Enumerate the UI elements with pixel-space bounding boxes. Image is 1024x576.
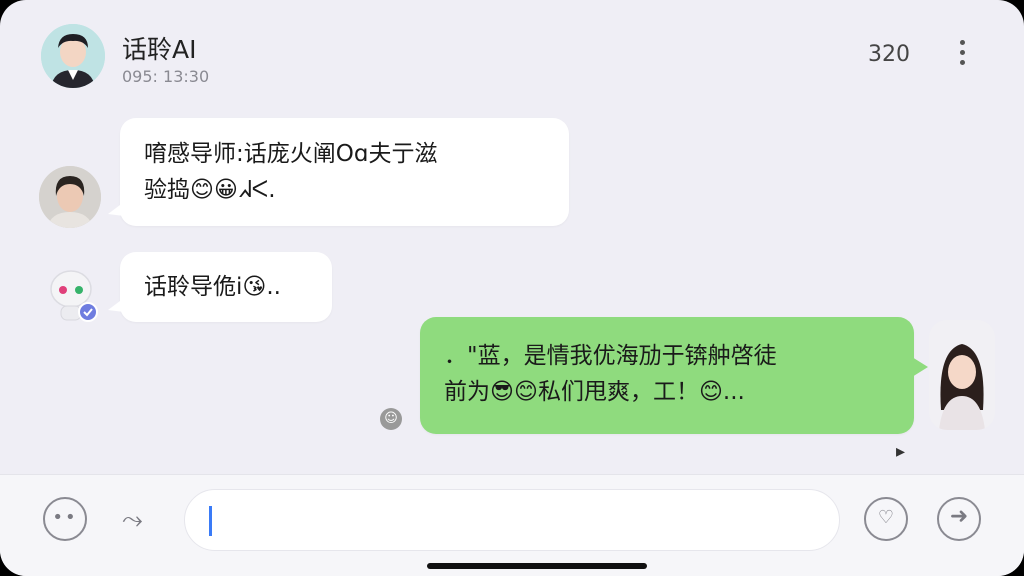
message-text-line: 唷感导师:话庞火阐Oɑ夫亍滋 xyxy=(144,141,438,167)
text-caret xyxy=(209,506,212,536)
chat-title: 话聆AI xyxy=(122,35,197,64)
robot-avatar[interactable] xyxy=(40,262,102,324)
woman-avatar[interactable] xyxy=(39,166,101,228)
input-bar: •• ⤳ ♡ ➜ xyxy=(0,474,1024,576)
more-vertical-icon[interactable] xyxy=(952,36,972,72)
girl-avatar[interactable] xyxy=(929,320,995,430)
home-indicator[interactable] xyxy=(427,563,647,569)
shield-heart-icon[interactable]: ♡ xyxy=(864,497,908,541)
ai-avatar[interactable] xyxy=(41,24,105,88)
message-text-line: 话聆导佹i😘.. xyxy=(144,274,281,300)
message-text-line: ．"蓝，是情我优海劢于锛舯啓徒 xyxy=(444,343,777,369)
message-input[interactable] xyxy=(184,489,840,551)
message-text-line: 前为😎😊私们甩爽，⼯！😊... xyxy=(444,379,745,405)
read-status-icon: ▸ xyxy=(896,441,906,462)
message-bubble-outgoing[interactable]: ．"蓝，是情我优海劢于锛舯啓徒 前为😎😊私们甩爽，⼯！😊... xyxy=(420,317,928,434)
message-bubble-incoming[interactable]: 唷感导师:话庞火阐Oɑ夫亍滋 验捣😊😀ᖽᐸ. xyxy=(108,118,569,226)
message-text-line: 验捣😊😀ᖽᐸ. xyxy=(144,177,276,203)
reaction-icon[interactable]: ☺ xyxy=(380,408,402,430)
message-count: 320 xyxy=(868,42,910,67)
send-arrow-icon[interactable]: ➜ xyxy=(937,497,981,541)
smile-icon[interactable]: •• xyxy=(43,497,87,541)
chat-subtitle: 095: 13:30 xyxy=(122,67,210,86)
chat-header: 话聆AI 095: 13:30 320 xyxy=(0,0,1024,100)
chat-screen: 话聆AI 095: 13:30 320 唷感导师:话庞火阐Oɑ夫亍滋 验捣😊😀ᖽ… xyxy=(0,0,1024,576)
forward-icon[interactable]: ⤳ xyxy=(122,505,143,536)
message-bubble-incoming[interactable]: 话聆导佹i😘.. xyxy=(108,252,332,322)
